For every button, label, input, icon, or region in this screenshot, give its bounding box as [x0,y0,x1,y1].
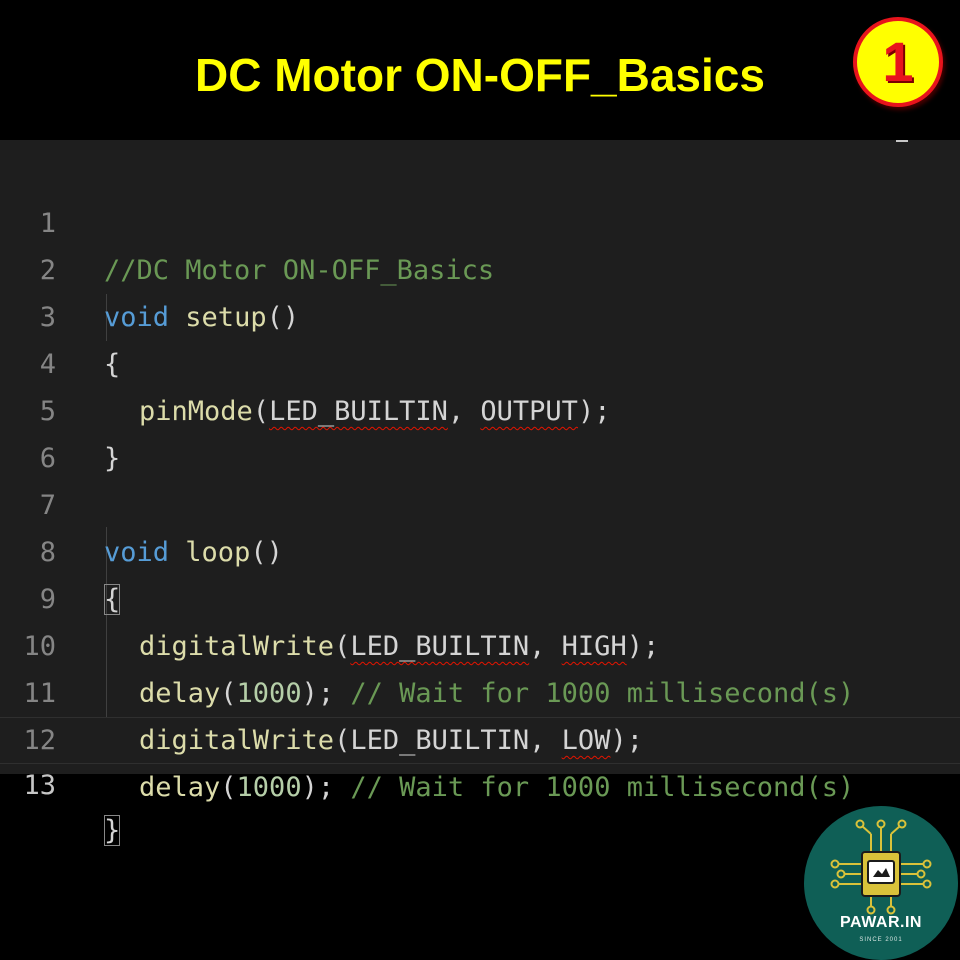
scroll-indicator [896,140,908,142]
code-editor[interactable]: 1 //DC Motor ON-OFF_Basics 2 void setup(… [0,140,960,846]
code-line-3[interactable]: 3 { [0,247,960,380]
code-text: } [104,808,121,853]
code-line-5[interactable]: 5 } [0,341,960,474]
badge-number: 1 [882,30,914,93]
code-line-10[interactable]: 10 delay(1000); // Wait for 1000 millise… [0,576,960,709]
code-line-2[interactable]: 2 void setup() [0,200,960,333]
number-token: 1000 [236,772,302,803]
code-line-7[interactable]: 7 void loop() [0,435,960,568]
code-line-1[interactable]: 1 //DC Motor ON-OFF_Basics [0,153,960,286]
step-number-badge: 1 [853,17,943,107]
code-line-8[interactable]: 8 { [0,482,960,615]
code-line-11[interactable]: 11 digitalWrite(LED_BUILTIN, LOW); [0,623,960,756]
logo-wordmark: PAWAR.IN [840,914,922,931]
comment-token: // Wait for 1000 millisecond(s) [350,772,855,803]
code-line-6[interactable]: 6 [0,388,960,474]
code-text: delay(1000); // Wait for 1000 millisecon… [139,772,855,803]
function-token: delay [139,772,221,803]
pawar-logo: PAWAR.IN SINCE 2001 [804,806,958,960]
brace-token: } [104,815,121,846]
logo-tagline: SINCE 2001 [859,937,903,943]
code-line-13[interactable]: 13 } [0,717,960,846]
page-title: DC Motor ON-OFF_Basics [195,49,765,101]
code-line-12[interactable]: 12 delay(1000); // Wait for 1000 millise… [0,670,960,803]
code-line-4[interactable]: 4 pinMode(LED_BUILTIN, OUTPUT); [0,294,960,427]
code-line-9[interactable]: 9 digitalWrite(LED_BUILTIN, HIGH); [0,529,960,662]
line-number: 13 [23,770,56,801]
slide: DC Motor ON-OFF_Basics 1 1 //DC Motor ON… [0,0,960,960]
